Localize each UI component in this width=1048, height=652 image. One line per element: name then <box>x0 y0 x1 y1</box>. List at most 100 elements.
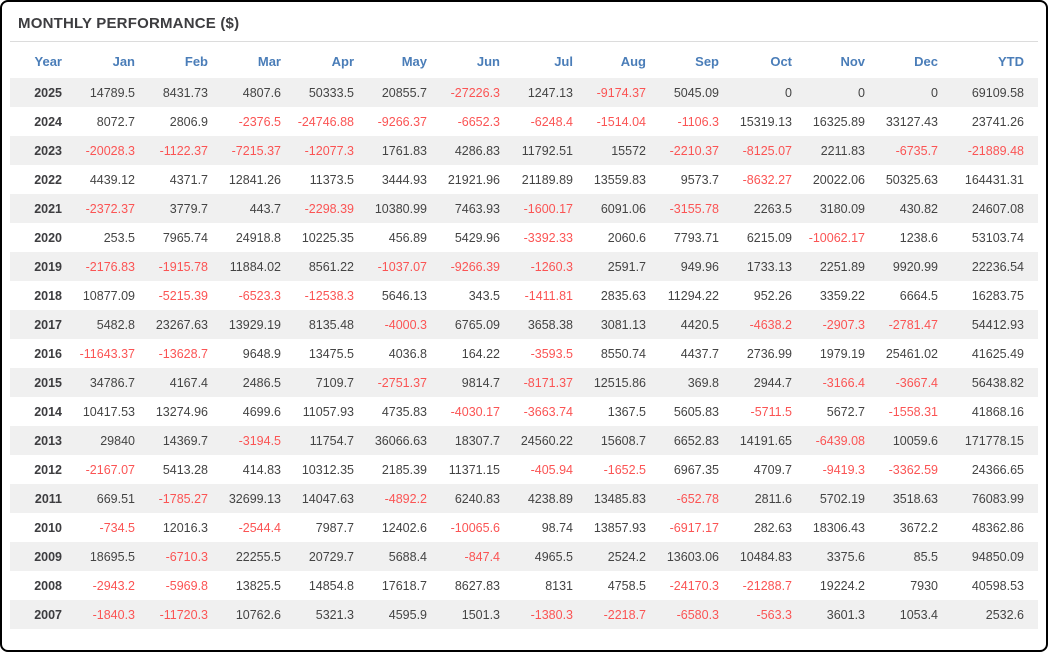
value-cell: -3663.74 <box>514 397 587 426</box>
value-cell: 8135.48 <box>295 310 368 339</box>
value-cell: 11371.15 <box>441 455 514 484</box>
value-cell: 5605.83 <box>660 397 733 426</box>
value-cell: 2263.5 <box>733 194 806 223</box>
value-cell: 13274.96 <box>149 397 222 426</box>
year-cell: 2013 <box>10 426 76 455</box>
column-header-ytd: YTD <box>952 44 1038 78</box>
value-cell: 94850.09 <box>952 542 1038 571</box>
value-cell: -6917.17 <box>660 513 733 542</box>
value-cell: -2298.39 <box>295 194 368 223</box>
value-cell: 2835.63 <box>587 281 660 310</box>
value-cell: 669.51 <box>76 484 149 513</box>
value-cell: 1238.6 <box>879 223 952 252</box>
value-cell: -5969.8 <box>149 571 222 600</box>
value-cell: 5646.13 <box>368 281 441 310</box>
value-cell: 12841.26 <box>222 165 295 194</box>
table-row: 2007-1840.3-11720.310762.65321.34595.915… <box>10 600 1038 629</box>
value-cell: 13603.06 <box>660 542 733 571</box>
value-cell: 5482.8 <box>76 310 149 339</box>
value-cell: 11373.5 <box>295 165 368 194</box>
value-cell: -734.5 <box>76 513 149 542</box>
value-cell: 8627.83 <box>441 571 514 600</box>
value-cell: 5321.3 <box>295 600 368 629</box>
value-cell: 8131 <box>514 571 587 600</box>
value-cell: -8125.07 <box>733 136 806 165</box>
value-cell: 34786.7 <box>76 368 149 397</box>
value-cell: 10312.35 <box>295 455 368 484</box>
table-row: 2020253.57965.7424918.810225.35456.89542… <box>10 223 1038 252</box>
value-cell: -5711.5 <box>733 397 806 426</box>
value-cell: 3779.7 <box>149 194 222 223</box>
value-cell: 430.82 <box>879 194 952 223</box>
value-cell: -7215.37 <box>222 136 295 165</box>
value-cell: 19224.2 <box>806 571 879 600</box>
value-cell: 14854.8 <box>295 571 368 600</box>
year-cell: 2018 <box>10 281 76 310</box>
value-cell: 1053.4 <box>879 600 952 629</box>
value-cell: -3194.5 <box>222 426 295 455</box>
value-cell: -3166.4 <box>806 368 879 397</box>
value-cell: 29840 <box>76 426 149 455</box>
value-cell: 13929.19 <box>222 310 295 339</box>
value-cell: 14369.7 <box>149 426 222 455</box>
year-cell: 2019 <box>10 252 76 281</box>
value-cell: 11884.02 <box>222 252 295 281</box>
column-header-oct: Oct <box>733 44 806 78</box>
value-cell: 343.5 <box>441 281 514 310</box>
value-cell: -13628.7 <box>149 339 222 368</box>
table-row: 20248072.72806.9-2376.5-24746.88-9266.37… <box>10 107 1038 136</box>
value-cell: 949.96 <box>660 252 733 281</box>
value-cell: 4238.89 <box>514 484 587 513</box>
value-cell: 414.83 <box>222 455 295 484</box>
value-cell: -12538.3 <box>295 281 368 310</box>
value-cell: 53103.74 <box>952 223 1038 252</box>
value-cell: 1733.13 <box>733 252 806 281</box>
value-cell: 22236.54 <box>952 252 1038 281</box>
value-cell: 85.5 <box>879 542 952 571</box>
value-cell: 282.63 <box>733 513 806 542</box>
value-cell: 50333.5 <box>295 78 368 107</box>
value-cell: -9266.37 <box>368 107 441 136</box>
column-header-jun: Jun <box>441 44 514 78</box>
value-cell: 8072.7 <box>76 107 149 136</box>
value-cell: 14047.63 <box>295 484 368 513</box>
value-cell: 24560.22 <box>514 426 587 455</box>
column-header-jan: Jan <box>76 44 149 78</box>
value-cell: 18306.43 <box>806 513 879 542</box>
value-cell: 20855.7 <box>368 78 441 107</box>
table-row: 2010-734.512016.3-2544.47987.712402.6-10… <box>10 513 1038 542</box>
table-row: 20224439.124371.712841.2611373.53444.932… <box>10 165 1038 194</box>
value-cell: 24607.08 <box>952 194 1038 223</box>
value-cell: 2811.6 <box>733 484 806 513</box>
value-cell: -12077.3 <box>295 136 368 165</box>
value-cell: 2806.9 <box>149 107 222 136</box>
value-cell: 3672.2 <box>879 513 952 542</box>
value-cell: -1558.31 <box>879 397 952 426</box>
value-cell: -5215.39 <box>149 281 222 310</box>
value-cell: -24746.88 <box>295 107 368 136</box>
value-cell: 4371.7 <box>149 165 222 194</box>
value-cell: -2781.47 <box>879 310 952 339</box>
column-header-year: Year <box>10 44 76 78</box>
value-cell: 10380.99 <box>368 194 441 223</box>
value-cell: -24170.3 <box>660 571 733 600</box>
value-cell: 3180.09 <box>806 194 879 223</box>
header-row: YearJanFebMarAprMayJunJulAugSepOctNovDec… <box>10 44 1038 78</box>
value-cell: 15608.7 <box>587 426 660 455</box>
value-cell: -1785.27 <box>149 484 222 513</box>
value-cell: -8171.37 <box>514 368 587 397</box>
value-cell: -1260.3 <box>514 252 587 281</box>
value-cell: 4699.6 <box>222 397 295 426</box>
value-cell: -2751.37 <box>368 368 441 397</box>
value-cell: 1761.83 <box>368 136 441 165</box>
value-cell: 20729.7 <box>295 542 368 571</box>
value-cell: 4758.5 <box>587 571 660 600</box>
value-cell: -27226.3 <box>441 78 514 107</box>
value-cell: -405.94 <box>514 455 587 484</box>
value-cell: 48362.86 <box>952 513 1038 542</box>
column-header-mar: Mar <box>222 44 295 78</box>
value-cell: 16283.75 <box>952 281 1038 310</box>
year-cell: 2022 <box>10 165 76 194</box>
column-header-aug: Aug <box>587 44 660 78</box>
value-cell: -2907.3 <box>806 310 879 339</box>
